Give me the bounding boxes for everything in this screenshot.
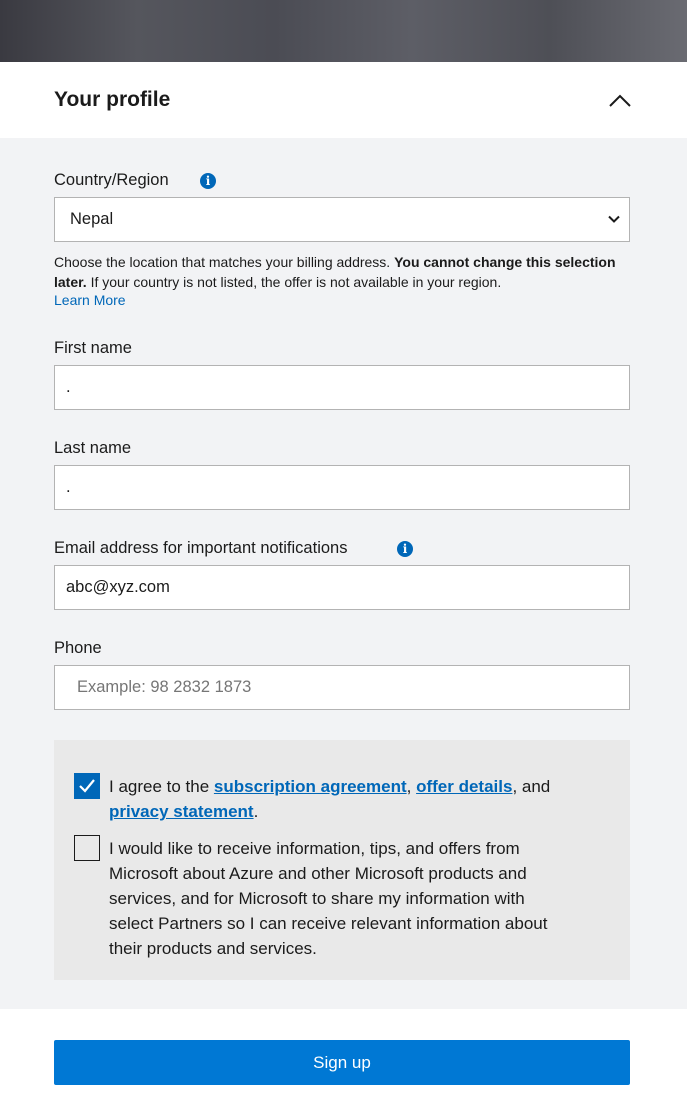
email-input[interactable]: abc@xyz.com	[54, 565, 630, 610]
country-region-select[interactable]: Nepal	[54, 197, 630, 242]
learn-more-link[interactable]: Learn More	[54, 292, 126, 308]
country-help-text: Choose the location that matches your bi…	[54, 254, 616, 290]
last-name-label: Last name	[54, 439, 132, 457]
sign-up-button[interactable]: Sign up	[54, 1040, 630, 1085]
phone-input[interactable]: Example: 98 2832 1873	[54, 665, 630, 710]
privacy-statement-link[interactable]: privacy statement	[109, 802, 254, 821]
checkmark-icon	[79, 779, 95, 793]
subscription-agreement-link[interactable]: subscription agreement	[214, 777, 407, 796]
agreement-checkbox[interactable]	[74, 773, 100, 799]
first-name-input[interactable]: .	[54, 365, 630, 410]
country-region-label: Country/Region	[54, 171, 169, 189]
marketing-checkbox[interactable]	[74, 835, 100, 861]
first-name-label: First name	[54, 339, 132, 357]
agreement-text: I agree to the subscription agreement, o…	[109, 777, 551, 821]
last-name-input[interactable]: .	[54, 465, 630, 510]
profile-section-header[interactable]: Your profile	[0, 62, 687, 138]
country-selected-value: Nepal	[70, 210, 114, 228]
section-title: Your profile	[54, 88, 171, 111]
offer-details-link[interactable]: offer details	[416, 777, 512, 796]
marketing-consent-text: I would like to receive information, tip…	[109, 839, 548, 958]
page-banner-image	[0, 0, 687, 62]
info-icon[interactable]: i	[397, 541, 413, 557]
chevron-down-icon	[608, 215, 620, 223]
info-icon[interactable]: i	[200, 173, 216, 189]
phone-label: Phone	[54, 639, 102, 657]
email-label: Email address for important notification…	[54, 539, 348, 557]
chevron-up-icon[interactable]	[606, 86, 634, 114]
